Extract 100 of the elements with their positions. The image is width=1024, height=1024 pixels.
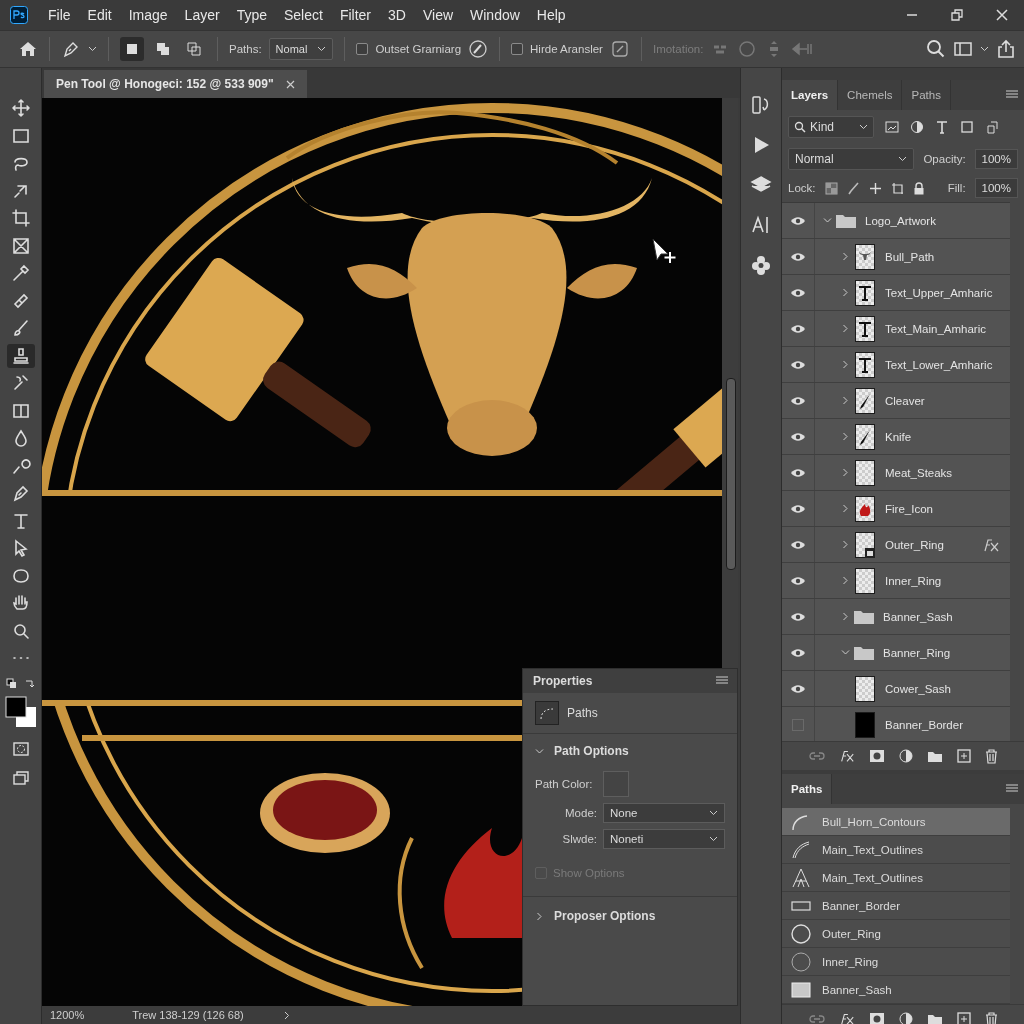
artboard-lock-icon[interactable] bbox=[890, 181, 904, 195]
panel-menu-icon[interactable] bbox=[1006, 784, 1018, 794]
workspace-icon[interactable] bbox=[953, 39, 973, 59]
shape-filter-icon[interactable] bbox=[960, 120, 974, 134]
menu-item[interactable]: View bbox=[415, 7, 461, 23]
eye-icon[interactable] bbox=[790, 323, 806, 334]
panel-menu-icon[interactable] bbox=[1006, 90, 1018, 100]
fx-icon[interactable] bbox=[838, 749, 855, 763]
folder-icon[interactable] bbox=[926, 1012, 943, 1024]
eye-icon[interactable] bbox=[790, 503, 806, 514]
eye-icon[interactable] bbox=[790, 611, 806, 622]
menu-item[interactable]: Select bbox=[277, 7, 330, 23]
path-operation-button[interactable] bbox=[120, 37, 144, 61]
path-options-section-header[interactable]: Path Options bbox=[523, 734, 737, 768]
caret-icon[interactable] bbox=[88, 46, 97, 52]
checkbox[interactable] bbox=[511, 43, 524, 55]
type-filter-icon[interactable] bbox=[935, 120, 949, 134]
adjustment-icon[interactable] bbox=[898, 1012, 913, 1024]
path-row[interactable]: Main_Text_Outlines bbox=[782, 864, 1010, 892]
eye-icon[interactable] bbox=[790, 251, 806, 262]
close-icon[interactable] bbox=[996, 9, 1008, 21]
link-icon[interactable] bbox=[808, 751, 825, 761]
restore-icon[interactable] bbox=[951, 9, 963, 21]
layer-row[interactable]: Bull_Path bbox=[782, 239, 1010, 275]
layer-row[interactable]: Banner_Ring bbox=[782, 635, 1010, 671]
layer-row[interactable]: Text_Main_Amharic bbox=[782, 311, 1010, 347]
blend-mode-dropdown[interactable]: Normal bbox=[788, 148, 915, 170]
path-row[interactable]: Inner_Ring bbox=[782, 948, 1010, 976]
panel-tab[interactable]: Paths bbox=[902, 80, 951, 110]
smart-object-filter-icon[interactable] bbox=[985, 120, 999, 134]
menu-item[interactable]: 3D bbox=[381, 7, 413, 23]
image-filter-icon[interactable] bbox=[885, 120, 899, 134]
adjustment-filter-icon[interactable] bbox=[910, 120, 924, 134]
square-settings-icon[interactable] bbox=[609, 39, 630, 59]
menu-item[interactable]: Layer bbox=[177, 7, 227, 23]
layer-row[interactable]: Banner_Sash bbox=[782, 599, 1010, 635]
layer-row[interactable]: Cower_Sash bbox=[782, 671, 1010, 707]
folder-icon[interactable] bbox=[926, 749, 943, 763]
eye-icon[interactable] bbox=[790, 467, 806, 478]
chevron-right-icon[interactable] bbox=[283, 1010, 290, 1020]
layer-row[interactable]: Knife bbox=[782, 419, 1010, 455]
menu-item[interactable]: Help bbox=[529, 7, 573, 23]
lock-icon[interactable] bbox=[912, 181, 925, 195]
move-lock-icon[interactable] bbox=[868, 181, 882, 195]
flower-icon[interactable] bbox=[750, 254, 772, 276]
path-color-swatch[interactable] bbox=[603, 771, 629, 797]
color-swatches-icon[interactable] bbox=[3, 695, 38, 729]
layer-row[interactable]: Inner_Ring bbox=[782, 563, 1010, 599]
document-tab[interactable]: Pen Tool @ Honogeci: 152 @ 533 909" bbox=[44, 70, 307, 98]
mask-icon[interactable] bbox=[868, 749, 885, 763]
zoom-level[interactable]: 1200% bbox=[50, 1009, 85, 1021]
paths-dropdown[interactable]: Nomal bbox=[268, 38, 334, 60]
path-row[interactable]: Outer_Ring bbox=[782, 920, 1010, 948]
eye-icon[interactable] bbox=[790, 359, 806, 370]
checkbox[interactable] bbox=[356, 43, 369, 55]
eye-icon[interactable] bbox=[790, 287, 806, 298]
fx-icon[interactable] bbox=[838, 1012, 855, 1024]
layer-row[interactable]: Cleaver bbox=[782, 383, 1010, 419]
path-row[interactable]: Bull_Horn_Contours bbox=[782, 808, 1010, 836]
lock-pixels-icon[interactable] bbox=[824, 181, 838, 195]
panel-menu-icon[interactable] bbox=[715, 676, 729, 686]
fill-field[interactable]: 100% bbox=[974, 178, 1018, 198]
filter-dropdown[interactable]: Kind bbox=[788, 116, 874, 138]
path-row[interactable]: Main_Text_Outlines bbox=[782, 836, 1010, 864]
opacity-field[interactable]: 100% bbox=[974, 149, 1018, 169]
trash-icon[interactable] bbox=[984, 1011, 998, 1024]
layer-row[interactable]: Meat_Steaks bbox=[782, 455, 1010, 491]
menu-item[interactable]: Type bbox=[229, 7, 274, 23]
dropdown[interactable]: Noneti bbox=[603, 829, 725, 849]
layer-row[interactable]: Text_Upper_Amharic bbox=[782, 275, 1010, 311]
dropdown[interactable]: None bbox=[603, 803, 725, 823]
eye-icon[interactable] bbox=[790, 575, 806, 586]
adjustment-icon[interactable] bbox=[898, 749, 913, 763]
eye-icon[interactable] bbox=[790, 647, 806, 658]
menu-item[interactable]: Image bbox=[121, 7, 175, 23]
panel-tab[interactable]: Layers bbox=[782, 80, 839, 110]
layer-row[interactable]: Banner_Border bbox=[782, 707, 1010, 741]
panel-tab[interactable]: Chemels bbox=[838, 80, 903, 110]
eye-icon[interactable] bbox=[790, 539, 806, 550]
layer-row[interactable]: Fire_Icon bbox=[782, 491, 1010, 527]
eye-icon[interactable] bbox=[790, 215, 806, 226]
stamp-tool-icon[interactable] bbox=[6, 343, 35, 368]
caret-icon[interactable] bbox=[980, 46, 989, 52]
mask-icon[interactable] bbox=[868, 1012, 885, 1024]
menu-item[interactable]: Edit bbox=[80, 7, 119, 23]
menu-item[interactable]: Filter bbox=[332, 7, 379, 23]
home-icon[interactable] bbox=[18, 39, 38, 59]
menu-item[interactable]: File bbox=[41, 7, 78, 23]
layer-row[interactable]: Logo_Artwork bbox=[782, 203, 1010, 239]
menu-item[interactable]: Window bbox=[463, 7, 527, 23]
layer-row[interactable]: Text_Lower_Amharic bbox=[782, 347, 1010, 383]
layer-row[interactable]: Outer_Ring bbox=[782, 527, 1010, 563]
share-icon[interactable] bbox=[996, 39, 1016, 59]
panel-tab[interactable]: Paths bbox=[782, 774, 833, 804]
screen-mode-icon[interactable] bbox=[10, 768, 31, 788]
link-icon[interactable] bbox=[808, 1014, 825, 1024]
search-icon[interactable] bbox=[926, 39, 946, 59]
new-path-icon[interactable] bbox=[956, 1012, 971, 1024]
trash-icon[interactable] bbox=[984, 748, 998, 764]
eye-icon[interactable] bbox=[790, 431, 806, 442]
